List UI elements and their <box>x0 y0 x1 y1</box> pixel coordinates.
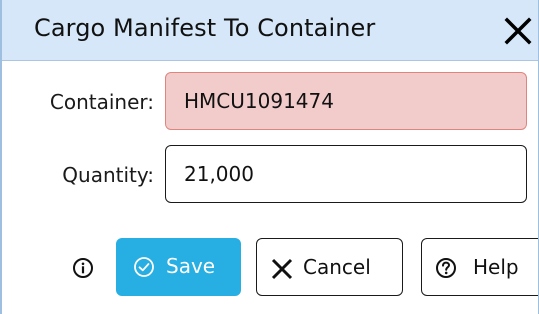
close-icon[interactable] <box>501 14 535 48</box>
container-input[interactable] <box>165 72 527 130</box>
save-button-label: Save <box>166 254 216 278</box>
dialog-title: Cargo Manifest To Container <box>34 14 376 42</box>
cancel-button[interactable]: Cancel <box>256 238 403 296</box>
check-circle-icon <box>134 257 154 277</box>
save-button[interactable]: Save <box>116 238 241 296</box>
question-circle-icon <box>436 258 456 278</box>
x-icon <box>271 258 293 280</box>
container-label: Container: <box>49 90 154 114</box>
help-button[interactable]: Help <box>421 238 538 296</box>
quantity-input[interactable] <box>165 145 527 203</box>
info-icon[interactable] <box>72 257 94 279</box>
cargo-manifest-dialog: Cargo Manifest To Container Container: Q… <box>0 0 539 314</box>
quantity-label: Quantity: <box>62 163 154 187</box>
help-button-label: Help <box>473 255 519 279</box>
dialog-titlebar: Cargo Manifest To Container <box>2 0 538 61</box>
cancel-button-label: Cancel <box>303 255 371 279</box>
